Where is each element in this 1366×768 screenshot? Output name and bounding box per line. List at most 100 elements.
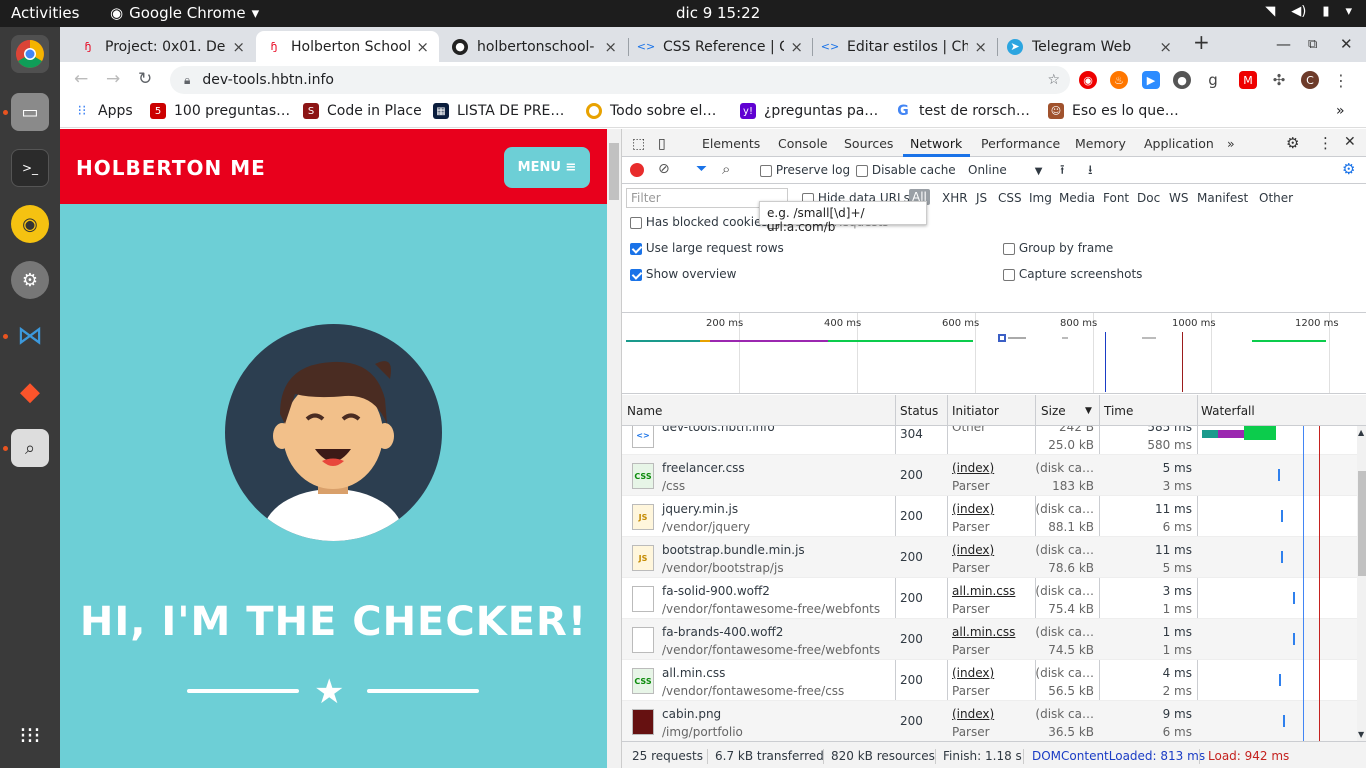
scroll-down-icon[interactable]: ▼	[1358, 730, 1364, 739]
show-overview-toggle[interactable]: Show overview	[630, 267, 736, 281]
request-initiator[interactable]: (index)	[952, 459, 994, 477]
tab-performance[interactable]: Performance	[981, 136, 1060, 151]
request-initiator[interactable]: (index)	[952, 705, 994, 723]
new-tab-button[interactable]: +	[1193, 30, 1210, 54]
rhythmbox-icon[interactable]: ◉	[11, 205, 49, 243]
filter-other[interactable]: Other	[1259, 191, 1293, 205]
zoom-icon[interactable]: ▶	[1142, 71, 1160, 89]
inspect-icon[interactable]: ⬚	[632, 136, 645, 152]
tab-css-reference[interactable]: <> CSS Reference | C ×	[628, 31, 813, 62]
system-tray[interactable]: ◥ ◀) ▮ ▾	[1265, 4, 1352, 19]
forward-button[interactable]: →	[106, 69, 120, 89]
large-rows-checkbox[interactable]	[630, 242, 642, 255]
files-icon[interactable]: ▭	[11, 93, 49, 131]
request-initiator[interactable]: (index)	[952, 500, 994, 518]
address-bar[interactable]: 🔒︎ dev-tools.hbtn.info ☆	[170, 66, 1070, 94]
more-menu-icon[interactable]: ⋮	[1332, 71, 1350, 90]
preserve-log-toggle[interactable]: Preserve log	[760, 163, 850, 177]
blocked-cookies-toggle[interactable]: Has blocked cookies	[630, 215, 768, 229]
extension-icon[interactable]: ♨	[1110, 71, 1128, 89]
blocked-cookies-checkbox[interactable]	[630, 216, 642, 229]
capture-screenshots-checkbox[interactable]	[1003, 268, 1015, 281]
menu-button[interactable]: MENU ≡	[504, 147, 590, 188]
tab-github[interactable]: ● holbertonschool- ×	[442, 31, 627, 62]
close-icon[interactable]: ×	[790, 38, 803, 56]
more-tabs-icon[interactable]: »	[1227, 136, 1235, 151]
col-waterfall[interactable]: Waterfall	[1201, 404, 1255, 418]
tab-telegram[interactable]: ➤ Telegram Web ×	[997, 31, 1182, 62]
request-initiator[interactable]: all.min.css	[952, 582, 1015, 600]
tab-holberton[interactable]: ɧ Holberton School ×	[256, 31, 439, 62]
export-har-icon[interactable]: ⭳	[1088, 161, 1093, 183]
table-row[interactable]: JS jquery.min.js/vendor/jquery 200 (index) P…	[622, 496, 1357, 537]
restore-button[interactable]: ⧉	[1308, 37, 1317, 52]
bookmark-test[interactable]: Gtest de rorsch…	[895, 103, 1030, 119]
filter-media[interactable]: Media	[1059, 191, 1095, 205]
group-by-frame-checkbox[interactable]	[1003, 242, 1015, 255]
bookmark-code-in-place[interactable]: S Code in Place	[303, 103, 422, 119]
avatar[interactable]: C	[1301, 71, 1319, 89]
site-brand[interactable]: HOLBERTON ME	[76, 156, 266, 180]
device-toggle-icon[interactable]: ▯	[658, 136, 666, 152]
extension-icon[interactable]: M	[1239, 71, 1257, 89]
large-rows-toggle[interactable]: Use large request rows	[630, 241, 784, 255]
clock[interactable]: dic 9 15:22	[676, 4, 760, 22]
vscode-icon[interactable]: ⋈	[11, 317, 49, 355]
app-grid-icon[interactable]: ⁝⁝⁝	[11, 717, 49, 755]
brave-icon[interactable]: ◆	[11, 373, 49, 411]
clear-icon[interactable]: ⊘	[658, 161, 670, 177]
terminal-icon[interactable]: >_	[11, 149, 49, 187]
close-window-button[interactable]: ✕	[1340, 35, 1353, 53]
reload-button[interactable]: ↻	[138, 69, 152, 89]
app-menu[interactable]: ◉ Google Chrome ▾	[110, 4, 259, 22]
tab-sources[interactable]: Sources	[844, 136, 893, 151]
scrollbar-thumb[interactable]	[1358, 471, 1366, 576]
gear-icon[interactable]: ⚙	[1286, 134, 1299, 152]
bookmark-100-preguntas[interactable]: 5 100 preguntas…	[150, 103, 290, 119]
more-options-icon[interactable]: ⋮	[1318, 134, 1333, 152]
bookmark-eso-es[interactable]: ☺ Eso es lo que…	[1048, 103, 1179, 119]
minimize-button[interactable]: —	[1276, 35, 1291, 53]
table-row[interactable]: fa-brands-400.woff2/vendor/fontawesome-f…	[622, 619, 1357, 660]
close-icon[interactable]: ×	[1159, 38, 1172, 56]
extension-icon[interactable]: ●	[1173, 71, 1191, 89]
table-row[interactable]: fa-solid-900.woff2/vendor/fontawesome-fr…	[622, 578, 1357, 619]
close-icon[interactable]: ×	[416, 38, 429, 56]
col-status[interactable]: Status	[900, 404, 938, 418]
filter-js[interactable]: JS	[976, 191, 987, 205]
disable-cache-toggle[interactable]: Disable cache	[856, 163, 956, 177]
page-scrollbar[interactable]	[607, 129, 621, 768]
bookmark-preguntas[interactable]: y! ¿preguntas pa…	[740, 103, 878, 119]
back-button[interactable]: ←	[74, 69, 88, 89]
search-icon[interactable]: ⌕	[722, 160, 730, 178]
bookmarks-overflow-icon[interactable]: »	[1336, 103, 1345, 119]
tab-memory[interactable]: Memory	[1075, 136, 1126, 151]
table-row[interactable]: CSS freelancer.css/css 200 (index) Parser (di…	[622, 455, 1357, 496]
filter-css[interactable]: CSS	[998, 191, 1022, 205]
tab-console[interactable]: Console	[778, 136, 828, 151]
table-scrollbar[interactable]: ▲ ▼	[1357, 426, 1366, 741]
preserve-log-checkbox[interactable]	[760, 164, 772, 177]
activities-button[interactable]: Activities	[11, 4, 79, 22]
bookmark-lista[interactable]: ▦ LISTA DE PRE…	[433, 103, 564, 119]
table-row[interactable]: cabin.png/img/portfolio 200 (index) Parser(…	[622, 701, 1357, 741]
filter-xhr[interactable]: XHR	[942, 191, 968, 205]
filter-manifest[interactable]: Manifest	[1197, 191, 1248, 205]
network-settings-icon[interactable]: ⚙	[1342, 160, 1355, 178]
table-row[interactable]: <> dev-tools.hbtn.info 304 Other 242 B 25.0 k…	[622, 426, 1357, 455]
search-icon[interactable]: ⌕	[11, 429, 49, 467]
record-icon[interactable]	[630, 163, 644, 177]
col-time[interactable]: Time	[1104, 404, 1133, 418]
show-overview-checkbox[interactable]	[630, 268, 642, 281]
close-icon[interactable]: ×	[232, 38, 245, 56]
scroll-up-icon[interactable]: ▲	[1358, 428, 1364, 437]
bookmark-todo-sobre[interactable]: Todo sobre el…	[586, 103, 716, 119]
table-row[interactable]: JS bootstrap.bundle.min.js/vendor/bootstr…	[622, 537, 1357, 578]
filter-icon[interactable]: ⏷	[696, 161, 707, 177]
close-icon[interactable]: ×	[974, 38, 987, 56]
close-icon[interactable]: ×	[604, 38, 617, 56]
star-icon[interactable]: ☆	[1047, 72, 1060, 88]
close-devtools-icon[interactable]: ✕	[1344, 134, 1356, 150]
request-initiator[interactable]: (index)	[952, 664, 994, 682]
throttle-select[interactable]: Online ▼	[968, 163, 1042, 177]
